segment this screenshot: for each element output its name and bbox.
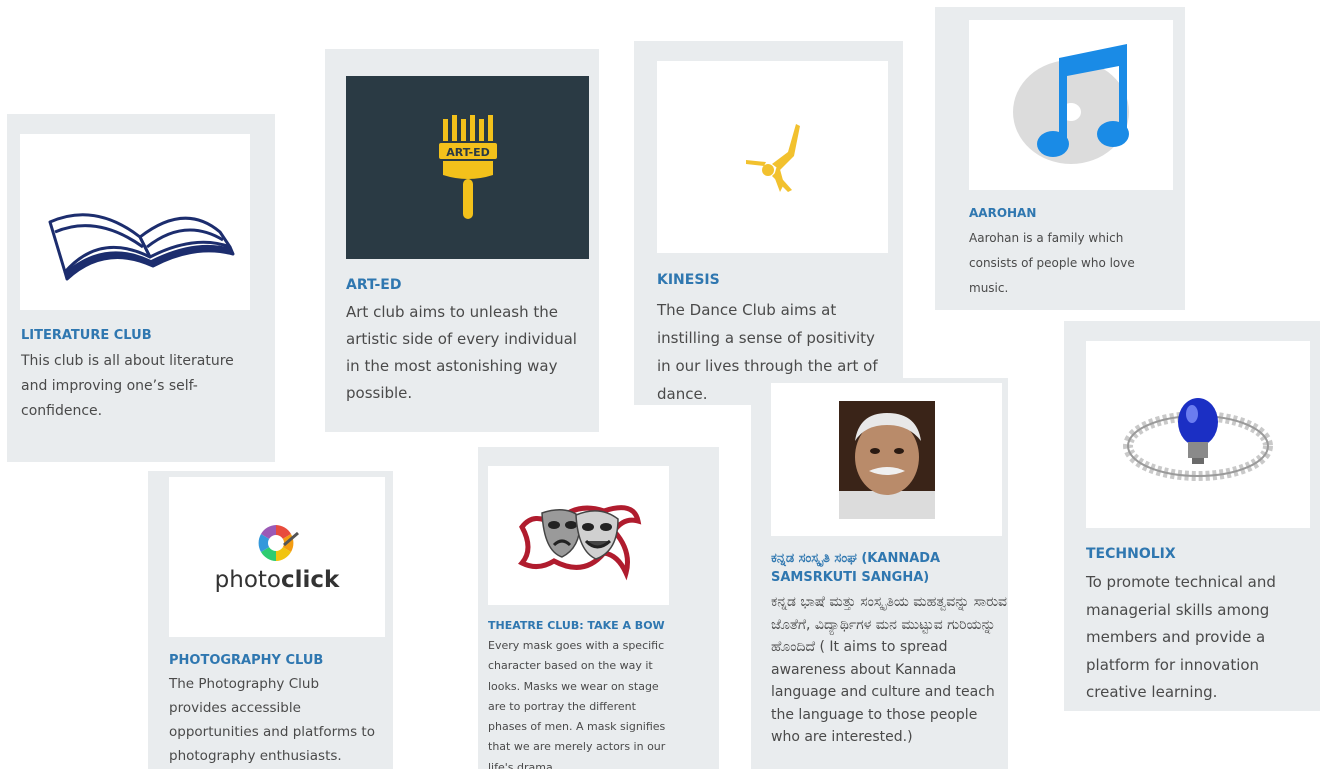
theatre-thumbnail[interactable] [488,466,669,605]
card-title[interactable]: ಕನ್ನಡ ಸಂಸ್ಕೃತಿ ಸಂಘ (KANNADA SAMSRKUTI SA… [771,549,940,587]
card-description: To promote technical and managerial skil… [1086,573,1276,701]
open-book-icon [48,213,235,281]
art-ed-logo-text: ART-ED [446,146,490,159]
camera-aperture-icon [258,525,299,561]
card-kannada-sangha[interactable]: ಕನ್ನಡ ಸಂಸ್ಕೃತಿ ಸಂಘ (KANNADA SAMSRKUTI SA… [751,378,1008,769]
photoclick-logo-part-a: photo [214,567,281,593]
music-note-icon [1013,44,1129,164]
card-title[interactable]: LITERATURE CLUB [21,328,152,343]
card-title[interactable]: TECHNOLIX [1086,546,1176,562]
card-description: The Photography Club provides accessible… [169,676,375,764]
kinesis-thumbnail[interactable] [657,61,888,253]
card-title[interactable]: AAROHAN [969,206,1036,220]
card-art-ed[interactable]: ART-ED ART-ED Art club aims to unleash t… [325,49,599,432]
card-theatre-club[interactable]: THEATRE CLUB: TAKE A BOW Every mask goes… [478,447,719,769]
card-title[interactable]: THEATRE CLUB: TAKE A BOW [488,619,665,632]
aarohan-thumbnail[interactable] [969,20,1173,190]
photoclick-logo: photoclick [215,567,340,593]
card-description: This club is all about literature and im… [21,353,234,419]
paintbrush-logo-icon: ART-ED [438,114,497,219]
card-description: Every mask goes with a specific characte… [488,639,666,769]
dancer-icon [745,124,800,192]
literature-thumbnail[interactable] [20,134,250,310]
card-kinesis[interactable]: KINESIS The Dance Club aims at instillin… [634,41,903,405]
card-title[interactable]: PHOTOGRAPHY CLUB [169,653,323,668]
lightbulb-people-icon [1123,397,1273,481]
card-title-line2: SAMSRKUTI SANGHA) [771,570,930,585]
card-photography-club[interactable]: photoclick PHOTOGRAPHY CLUB The Photogra… [148,471,393,769]
card-literature-club[interactable]: LITERATURE CLUB This club is all about l… [7,114,275,462]
card-title[interactable]: KINESIS [657,272,720,288]
card-title-line1: ಕನ್ನಡ ಸಂಸ್ಕೃತಿ ಸಂಘ (KANNADA [771,551,941,566]
photoclick-logo-part-b: click [281,567,340,593]
art-ed-thumbnail[interactable]: ART-ED [346,76,589,259]
card-title[interactable]: ART-ED [346,277,401,293]
theatre-masks-icon [517,504,641,580]
card-description: Art club aims to unleash the artistic si… [346,303,577,402]
technolix-thumbnail[interactable] [1086,341,1310,528]
card-description: Aarohan is a family which consists of pe… [969,231,1135,295]
kannada-thumbnail[interactable] [771,383,1002,536]
portrait-photo-icon [838,400,935,519]
photography-thumbnail[interactable]: photoclick [169,477,385,637]
card-aarohan[interactable]: AAROHAN Aarohan is a family which consis… [935,7,1185,310]
card-description: ಕನ್ನಡ ಭಾಷೆ ಮತ್ತು ಸಂಸ್ಕೃತಿಯ ಮಹತ್ವವನ್ನು ಸಾ… [771,594,1008,745]
card-technolix[interactable]: TECHNOLIX To promote technical and manag… [1064,321,1320,711]
